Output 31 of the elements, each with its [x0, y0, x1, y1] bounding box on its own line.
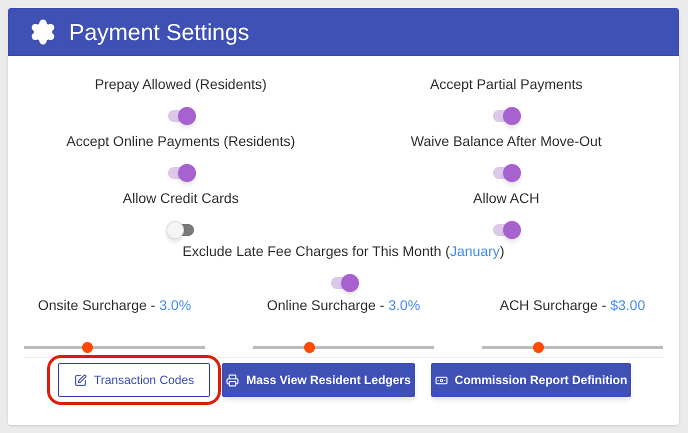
toggle-switch[interactable] [166, 163, 196, 183]
action-button[interactable]: Transaction Codes [58, 363, 210, 397]
surcharge-slider[interactable] [482, 341, 663, 353]
toggle-switch[interactable] [491, 106, 522, 126]
toggle-label: Prepay Allowed (Residents) [94, 75, 267, 94]
slider-thumb[interactable] [82, 342, 94, 352]
toggle-switch[interactable] [491, 163, 522, 183]
toggle-label: Accept Online Payments (Residents) [66, 132, 296, 151]
printer-icon [226, 374, 240, 386]
action-button[interactable]: Commission Report Definition [431, 363, 631, 397]
slider-thumb[interactable] [533, 342, 544, 352]
surcharge-label: Online Surcharge - 3.0% [266, 296, 420, 315]
toggle-switch[interactable] [328, 273, 358, 293]
toggle-switch[interactable] [166, 106, 196, 126]
banknote-icon [434, 374, 448, 386]
late-fee-label: Exclude Late Fee Charges for This Month (January) [182, 242, 504, 261]
slider-thumb[interactable] [304, 342, 316, 352]
toggle-label: Accept Partial Payments [430, 75, 582, 94]
toggle-label: Allow Credit Cards [122, 189, 239, 208]
card-title: Payment Settings [69, 18, 250, 47]
toggle-label: Waive Balance After Move-Out [410, 132, 602, 151]
toggle-label: Allow ACH [473, 189, 540, 208]
settings-icon [29, 18, 57, 46]
edit-icon [74, 374, 87, 386]
toggle-switch[interactable] [491, 220, 522, 240]
surcharge-label: Onsite Surcharge - 3.0% [38, 296, 192, 315]
surcharge-slider[interactable] [253, 341, 434, 353]
surcharge-label: ACH Surcharge - $3.00 [500, 296, 646, 315]
toggle-switch[interactable] [166, 220, 196, 240]
action-button[interactable]: Mass View Resident Ledgers [222, 363, 415, 397]
surcharge-slider[interactable] [24, 341, 205, 353]
